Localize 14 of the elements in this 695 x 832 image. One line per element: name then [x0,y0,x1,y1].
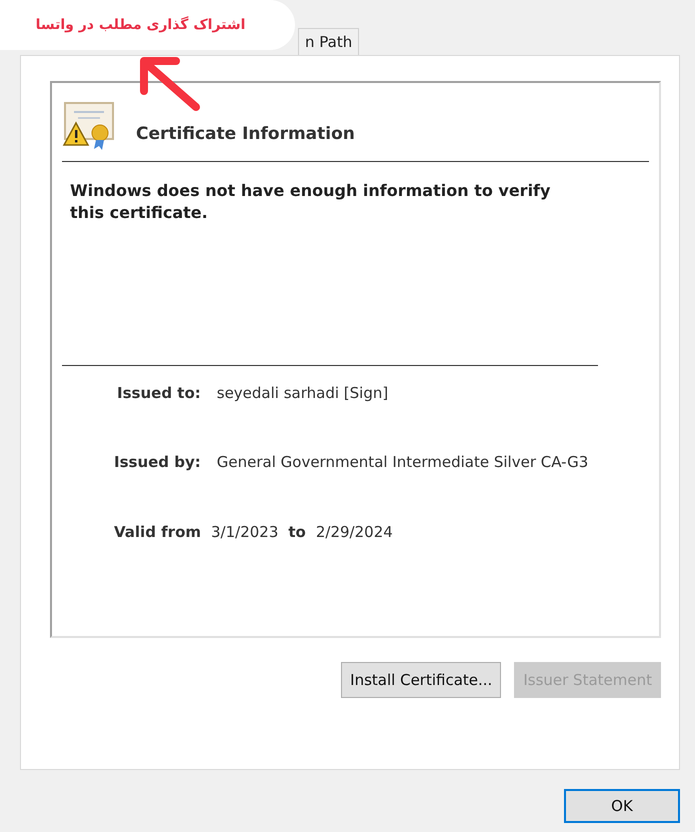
field-value: 3/1/2023 [211,523,278,541]
field-label: Issued by: [114,453,201,471]
ok-button[interactable]: OK [564,789,680,823]
field-value: seyedali sarhadi [Sign] [216,384,390,402]
install-certificate-button[interactable]: Install Certificate... [341,662,502,698]
status-message: Windows does not have enough information to verify this certificate. [62,162,598,366]
share-label[interactable]: اشتراک گذاری مطلب در واتسا [0,0,295,50]
field-label: Issued to: [116,384,201,402]
section-heading: Certificate Information [136,124,355,144]
field-label: to [288,523,306,541]
field-value: General Governmental Intermediate Silver CA-G3 [216,453,590,471]
tab[interactable]: n Path [298,28,360,55]
field-value: 2/29/2024 [316,523,393,541]
field-label: Valid from [114,523,202,541]
